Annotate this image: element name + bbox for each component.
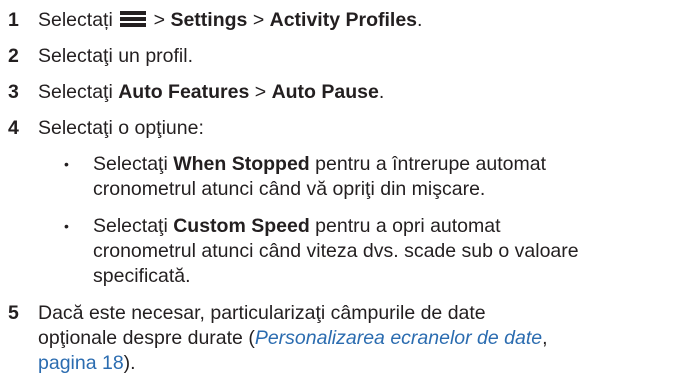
bullet-line: cronometrul atunci când viteza dvs. scad… [93, 240, 579, 262]
cross-reference-link[interactable]: Personalizarea ecranelor de date [255, 327, 542, 349]
bullet-line: pentru a opri automat [315, 215, 501, 237]
step-line: Dacă este necesar, particularizaţi câmpu… [38, 302, 486, 324]
bullet-marker: • [64, 218, 69, 234]
step-number: 1 [8, 9, 19, 31]
step-end: . [378, 81, 385, 103]
step-verb: Selectaţi [38, 81, 113, 103]
step-text: Selectaţi Auto Features > Auto Pause. [38, 80, 668, 105]
separator: > [252, 9, 265, 31]
step-text: Selectaţi o opţiune: [38, 117, 204, 139]
option-custom-speed: Custom Speed [173, 215, 310, 237]
menu-item-activity-profiles: Activity Profiles [269, 9, 418, 31]
step-number: 3 [8, 81, 19, 103]
menu-item-settings: Settings [170, 9, 248, 31]
step-number: 4 [8, 117, 19, 139]
step-verb: Selectaţi [93, 153, 168, 175]
separator: > [153, 9, 166, 31]
step-line: opţionale despre durate ( [38, 327, 255, 349]
bullet-line: pentru a întrerupe automat [315, 153, 547, 175]
menu-item-auto-features: Auto Features [118, 81, 250, 103]
step-number: 2 [8, 45, 19, 67]
bullet-marker: • [64, 156, 69, 172]
step-end: . [417, 9, 423, 31]
step-text: Selectați > Settings > Activity Profiles… [38, 8, 668, 33]
option-when-stopped: When Stopped [173, 153, 310, 175]
punctuation: , [542, 327, 548, 349]
step-number: 5 [8, 302, 19, 324]
menu-item-auto-pause: Auto Pause [271, 81, 379, 103]
bullet-text: Selectaţi When Stopped pentru a întrerup… [93, 152, 673, 202]
step-text: Selectaţi un profil. [38, 45, 194, 67]
step-text: Dacă este necesar, particularizaţi câmpu… [38, 301, 668, 376]
step-verb: Selectați [38, 9, 113, 31]
bullet-text: Selectaţi Custom Speed pentru a opri aut… [93, 214, 673, 289]
separator: > [254, 81, 267, 103]
bullet-line: specificată. [93, 265, 191, 287]
page-reference-link[interactable]: pagina 18 [38, 352, 124, 374]
punctuation: ). [123, 352, 136, 374]
bullet-line: cronometrul atunci când vă opriţi din mi… [93, 178, 486, 200]
step-verb: Selectaţi [93, 215, 168, 237]
menu-icon [120, 11, 147, 27]
